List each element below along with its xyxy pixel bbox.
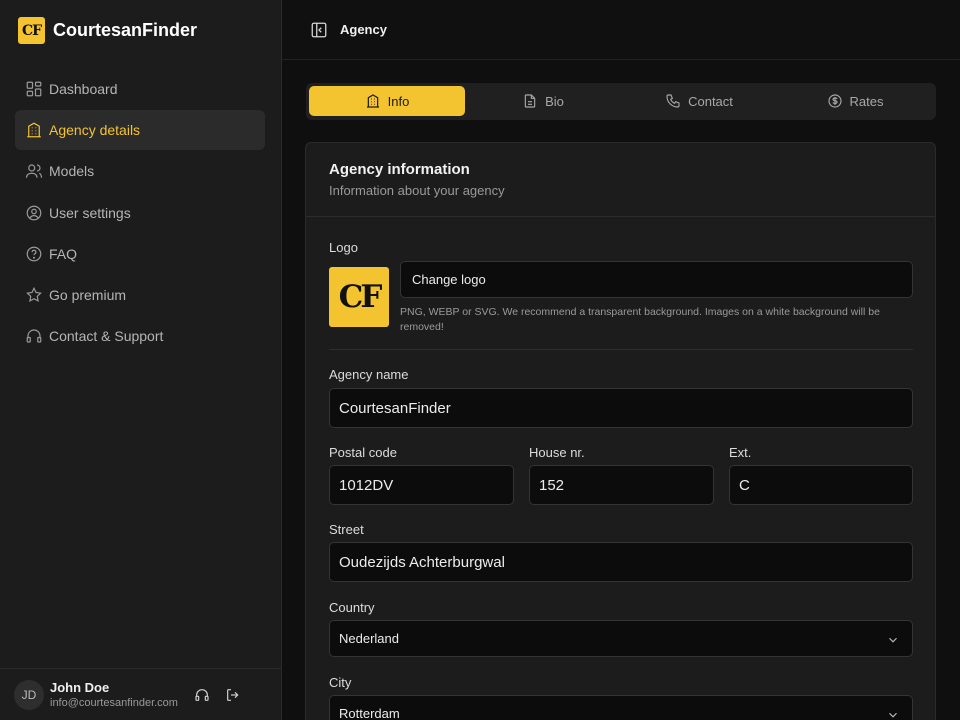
house-nr-input[interactable]: 152 [529,465,714,505]
sidebar-item-label: Dashboard [49,81,118,97]
change-logo-button[interactable]: Change logo [400,261,913,298]
headset-icon[interactable] [194,687,210,703]
chevron-down-icon [889,637,897,643]
postal-code-label: Postal code [329,445,397,460]
sidebar-item-contact-support[interactable]: Contact & Support [15,316,265,356]
tab-label: Info [387,93,410,109]
help-circle-icon [25,245,43,263]
postal-code-input[interactable]: 1012DV [329,465,514,505]
dollar-circle-icon [827,93,850,109]
sidebar-item-label: Contact & Support [49,328,164,345]
tab-label: Contact [688,93,733,109]
brand-logo: CF [18,17,45,44]
tab-info[interactable]: Info [309,86,465,116]
user-bar: JD John Doe info@courtesanfinder.com [0,668,281,720]
users-icon [25,162,43,180]
topbar: Agency [282,0,960,60]
headset-icon [25,327,43,345]
card-title: Agency information [329,161,470,178]
country-value: Nederland [339,631,399,646]
sidebar-item-label: Agency details [49,122,141,139]
tab-rates[interactable]: Rates [777,86,933,116]
house-nr-label: House nr. [529,445,585,460]
phone-icon [665,93,688,109]
sidebar-toggle-icon[interactable] [310,21,328,39]
tab-label: Rates [849,93,884,109]
logout-icon[interactable] [225,687,241,703]
chevron-down-icon [889,712,897,718]
street-input[interactable]: Oudezijds Achterburgwal [329,542,913,582]
sidebar-item-user-settings[interactable]: User settings [15,193,265,233]
user-info: John Doe info@courtesanfinder.com [50,680,190,709]
building-icon [365,93,388,109]
sidebar-item-label: Models [49,163,95,180]
agency-information-card: Agency information Information about you… [305,142,936,720]
card-subtitle: Information about your agency [329,183,505,198]
sidebar: CF CourtesanFinder Dashboard Agency deta… [0,0,282,720]
ext-input[interactable]: C [729,465,913,505]
ext-label: Ext. [729,445,752,460]
brand[interactable]: CF CourtesanFinder [18,17,197,44]
agency-logo: CF [329,267,389,327]
agency-name-input[interactable]: CourtesanFinder [329,388,913,428]
sidebar-item-models[interactable]: Models [15,151,265,191]
tab-contact[interactable]: Contact [621,86,777,116]
street-label: Street [329,522,364,537]
avatar[interactable]: JD [14,679,44,710]
dashboard-icon [25,80,43,98]
country-label: Country [329,600,375,615]
logo-hint: PNG, WEBP or SVG. We recommend a transpa… [400,306,880,333]
sidebar-item-label: User settings [49,204,131,221]
page-title: Agency [340,22,387,37]
user-circle-icon [25,204,43,222]
agency-name-label: Agency name [329,367,409,382]
sidebar-item-agency-details[interactable]: Agency details [15,110,265,151]
tab-bio[interactable]: Bio [465,86,621,116]
tab-label: Bio [545,93,564,109]
divider [329,349,913,350]
document-icon [522,93,545,109]
city-value: Rotterdam [339,706,400,720]
sidebar-item-label: Go premium [49,286,127,303]
brand-name: CourtesanFinder [53,20,198,40]
sidebar-item-faq[interactable]: FAQ [15,234,265,274]
star-icon [25,286,43,304]
sidebar-item-dashboard[interactable]: Dashboard [15,69,265,109]
city-label: City [329,675,352,690]
country-select[interactable]: Nederland [329,620,913,657]
sidebar-nav: Dashboard Agency details Models User set… [15,69,265,357]
city-select[interactable]: Rotterdam [329,695,913,720]
logo-label: Logo [329,240,358,255]
tab-bar: Info Bio Contact Rates [306,83,936,120]
sidebar-item-go-premium[interactable]: Go premium [15,275,265,315]
card-header: Agency information Information about you… [306,143,935,217]
building-icon [25,121,43,139]
sidebar-item-label: FAQ [49,245,78,262]
user-email: info@courtesanfinder.com [50,697,178,709]
user-actions [194,687,241,703]
user-name: John Doe [50,680,110,695]
